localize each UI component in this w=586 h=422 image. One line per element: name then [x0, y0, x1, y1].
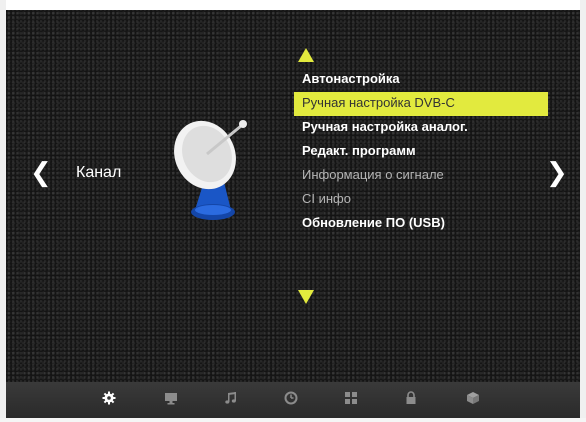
clock-icon[interactable]: [284, 391, 298, 405]
menu-item-edit-programs[interactable]: Редакт. программ: [294, 140, 548, 164]
menu-item-manual-analog-tuning[interactable]: Ручная настройка аналог.: [294, 116, 548, 140]
frame-bottom: [0, 418, 586, 422]
previous-category-arrow[interactable]: ❮: [30, 160, 52, 186]
scroll-down-arrow[interactable]: [298, 290, 314, 304]
frame-top: [0, 0, 586, 10]
category-title: Канал: [76, 164, 122, 181]
frame-left: [0, 0, 6, 422]
bottom-category-bar: [6, 382, 580, 418]
cube-icon[interactable]: [466, 391, 480, 405]
menu-item-auto-tuning[interactable]: Автонастройка: [294, 68, 548, 92]
music-note-icon[interactable]: [224, 391, 238, 405]
channel-menu: Автонастройка Ручная настройка DVB-C Руч…: [294, 68, 548, 236]
tv-menu-screen: ❮ Канал ❯ Автонастройка Ручная настройка…: [0, 0, 586, 422]
next-category-arrow[interactable]: ❯: [546, 160, 568, 186]
menu-item-software-update-usb[interactable]: Обновление ПО (USB): [294, 212, 548, 236]
settings-gear-icon[interactable]: [102, 391, 116, 405]
satellite-dish-icon: [174, 120, 247, 220]
grid-icon[interactable]: [344, 391, 358, 405]
monitor-icon[interactable]: [164, 391, 178, 405]
menu-item-manual-dvbc-tuning[interactable]: Ручная настройка DVB-C: [294, 92, 548, 116]
frame-right: [580, 0, 586, 422]
lock-icon[interactable]: [404, 391, 418, 405]
scroll-up-arrow[interactable]: [298, 48, 314, 62]
menu-item-signal-info: Информация о сигнале: [302, 167, 444, 182]
menu-item-ci-info: CI инфо: [302, 191, 351, 206]
